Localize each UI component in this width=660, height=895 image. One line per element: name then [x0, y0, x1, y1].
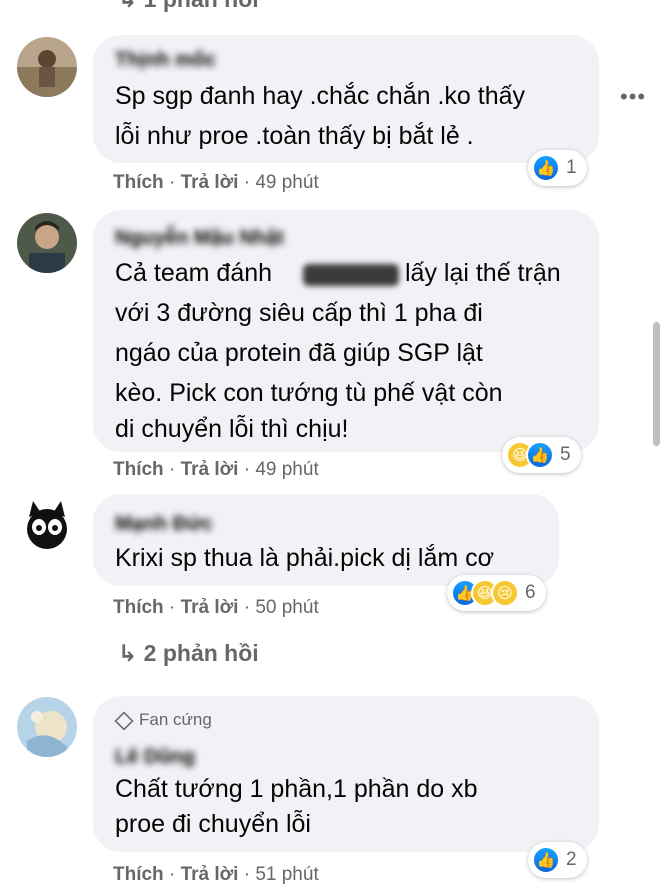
reaction-summary[interactable]: 😆 👍 5: [502, 437, 581, 473]
reaction-summary[interactable]: 👍 😆 😢 6: [447, 575, 546, 611]
separator: ·: [168, 864, 181, 885]
comment-text: Chất tướng 1 phần,1 phần do xb: [115, 775, 478, 803]
comment-bubble: Mạnh Đức Krixi sp thua là phải.pick dị l…: [93, 494, 559, 586]
comment-actions: Thích · Trả lời · 50 phút: [113, 597, 319, 619]
reply-arrow-icon: ↳: [118, 640, 138, 666]
comment-text: Sp sgp đanh hay .chắc chắn .ko thấy: [115, 82, 525, 110]
avatar[interactable]: [17, 213, 77, 273]
comment-text: proe đi chuyển lỗi: [115, 810, 311, 838]
avatar-photo: [17, 495, 77, 555]
reply-button[interactable]: Trả lời: [181, 459, 239, 480]
separator: ·: [168, 172, 181, 193]
scrollbar-thumb[interactable]: [653, 322, 660, 446]
comment-text: kèo. Pick con tướng tù phế vật còn: [115, 379, 503, 407]
replies-label: 2 phản hồi: [143, 640, 259, 666]
comment-time[interactable]: 51 phút: [255, 864, 318, 885]
reply-button[interactable]: Trả lời: [181, 864, 239, 885]
avatar[interactable]: [17, 37, 77, 97]
reply-arrow-icon: ↳: [118, 0, 137, 12]
comment-bubble: Nguyễn Mậu Nhật Cả team đánh lấy lại thế…: [93, 210, 599, 452]
reaction-count: 6: [525, 582, 536, 603]
top-replies-link[interactable]: ↳ 1 phản hồi: [118, 0, 259, 13]
more-options-icon[interactable]: •••: [620, 84, 646, 110]
comment-author[interactable]: Mạnh Đức: [115, 513, 213, 536]
comment-text: lỗi như proe .toàn thấy bị bắt lẻ .: [115, 122, 474, 150]
comment-text: di chuyển lỗi thì chịu!: [115, 415, 349, 443]
comment-text: Cả team đánh: [115, 259, 273, 287]
censored-text: [303, 264, 399, 286]
separator: ·: [243, 597, 256, 618]
comment-text: Krixi sp thua là phải.pick dị lắm cơ: [115, 544, 495, 572]
reaction-summary[interactable]: 👍 1: [528, 150, 587, 186]
separator: ·: [168, 459, 181, 480]
badge-label: Fan cứng: [139, 710, 212, 729]
like-icon: 👍: [532, 846, 560, 874]
comment-author[interactable]: Lê Dũng: [115, 746, 195, 769]
like-button[interactable]: Thích: [113, 172, 164, 193]
comment-time[interactable]: 49 phút: [255, 172, 318, 193]
like-button[interactable]: Thích: [113, 864, 164, 885]
comment-text: với 3 đường siêu cấp thì 1 pha đi: [115, 299, 483, 327]
reaction-summary[interactable]: 👍 2: [528, 842, 587, 878]
diamond-icon: [114, 710, 134, 731]
comment-time[interactable]: 49 phút: [255, 459, 318, 480]
separator: ·: [243, 459, 256, 480]
avatar[interactable]: [17, 495, 77, 555]
comment-bubble: Thịnh mốc Sp sgp đanh hay .chắc chắn .ko…: [93, 35, 599, 163]
reply-button[interactable]: Trả lời: [181, 597, 239, 618]
comment-author[interactable]: Nguyễn Mậu Nhật: [115, 227, 284, 250]
fan-badge[interactable]: Fan cứng: [114, 710, 212, 731]
separator: ·: [168, 597, 181, 618]
avatar-photo: [17, 697, 77, 757]
replies-label: 1 phản hồi: [144, 0, 259, 12]
view-replies-link[interactable]: ↳ 2 phản hồi: [118, 640, 259, 667]
comment-text: ngáo của protein đã giúp SGP lật: [115, 339, 483, 367]
separator: ·: [243, 864, 256, 885]
comment-actions: Thích · Trả lời · 49 phút: [113, 172, 319, 194]
reaction-count: 2: [566, 849, 577, 870]
comment-bubble: Fan cứng Lê Dũng Chất tướng 1 phần,1 phầ…: [93, 696, 599, 852]
reply-button[interactable]: Trả lời: [181, 172, 239, 193]
reaction-count: 1: [566, 157, 577, 178]
comment-text: lấy lại thế trận: [405, 259, 561, 287]
separator: ·: [243, 172, 256, 193]
avatar[interactable]: [17, 697, 77, 757]
comment-time[interactable]: 50 phút: [255, 597, 318, 618]
like-icon: 👍: [532, 154, 560, 182]
comment-actions: Thích · Trả lời · 49 phút: [113, 459, 319, 481]
like-button[interactable]: Thích: [113, 459, 164, 480]
avatar-photo: [17, 37, 77, 97]
reaction-count: 5: [560, 444, 571, 465]
sad-icon: 😢: [491, 579, 519, 607]
comment-actions: Thích · Trả lời · 51 phút: [113, 864, 319, 886]
like-button[interactable]: Thích: [113, 597, 164, 618]
avatar-photo: [17, 213, 77, 273]
comment-author[interactable]: Thịnh mốc: [115, 49, 216, 72]
like-icon: 👍: [526, 441, 554, 469]
